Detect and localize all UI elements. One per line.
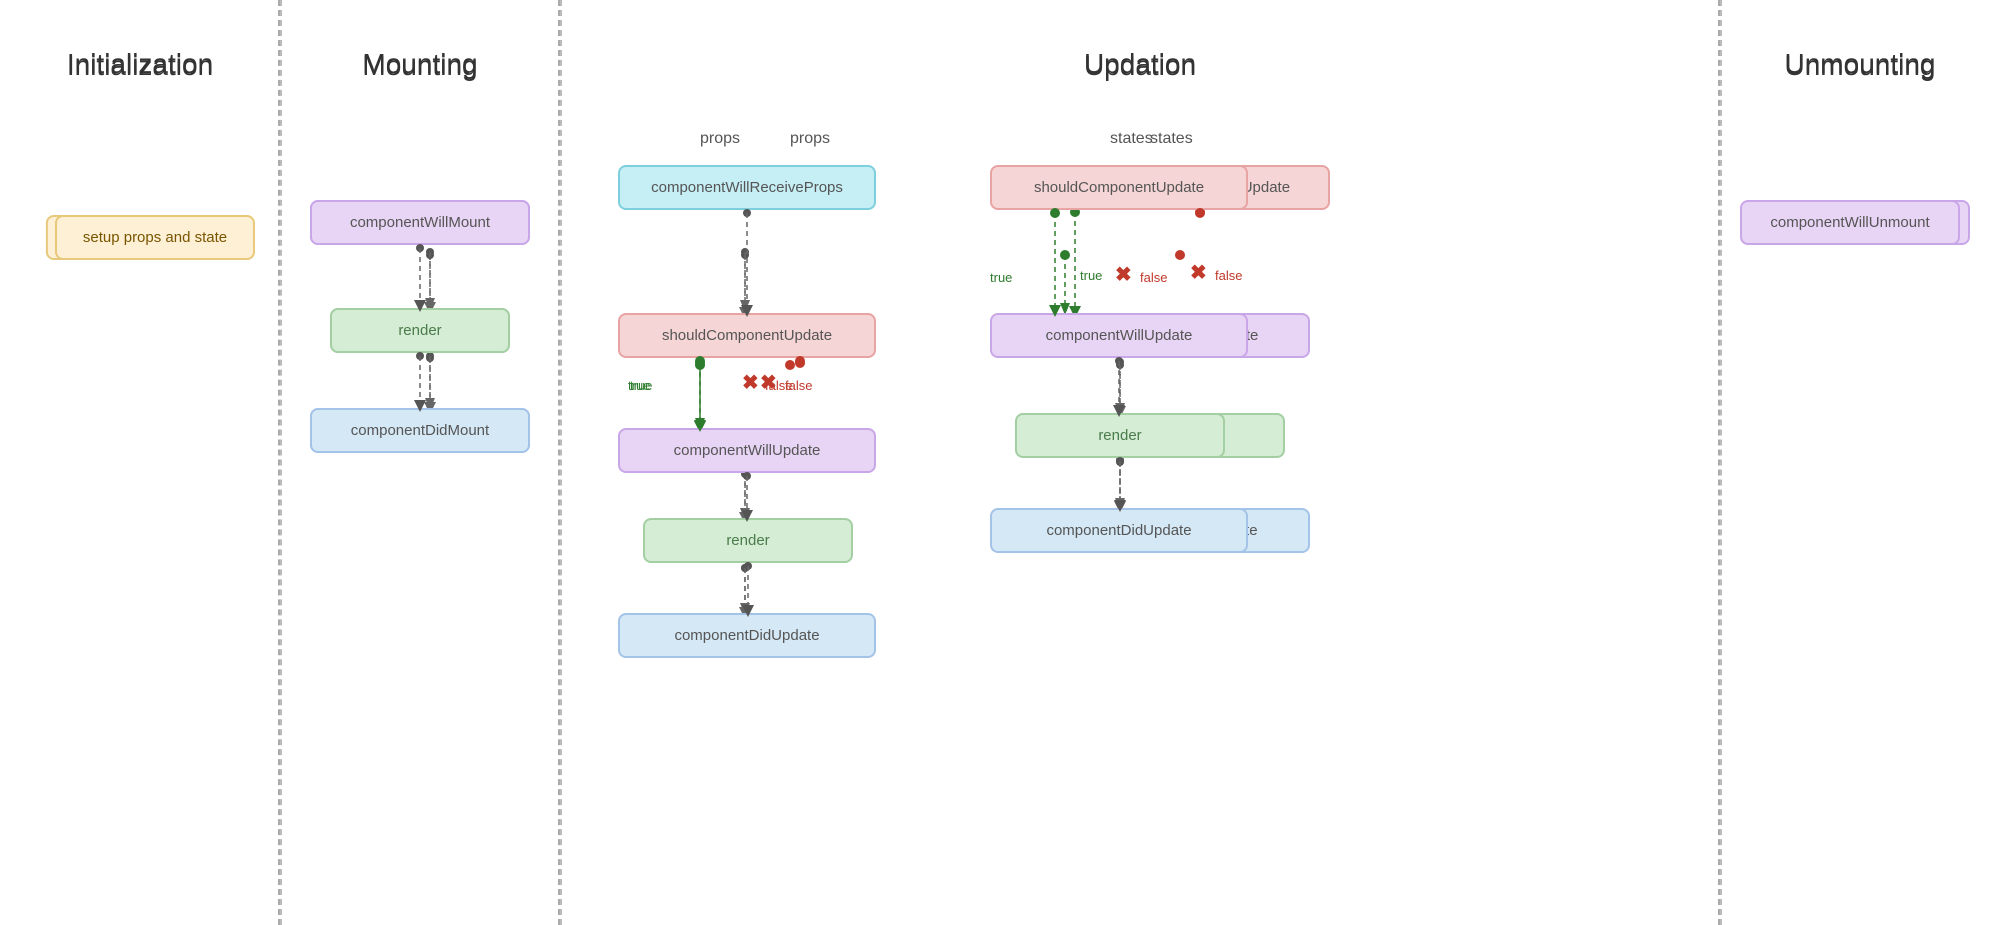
- node-componentDidUpdate-props: componentDidUpdate: [618, 613, 876, 658]
- node-componentDidUpdate-states: componentDidUpdate: [990, 508, 1248, 553]
- true-label-states: true: [990, 270, 1012, 285]
- divider-1: [280, 0, 282, 925]
- update-section-title: Updation: [560, 48, 1720, 80]
- mount-section-title: Mounting: [280, 48, 560, 80]
- x-icon-states: ✖: [1115, 262, 1132, 287]
- props-sublabel: props: [700, 130, 740, 148]
- true-label-props: true: [630, 378, 652, 393]
- unmount-section-title: Unmounting: [1720, 48, 2000, 80]
- node-componentWillMount: componentWillMount: [310, 200, 530, 245]
- node-setup-props-and-state: setup props and state: [55, 215, 255, 260]
- node-render-states: render: [1015, 413, 1225, 458]
- node-shouldComponentUpdate-props: shouldComponentUpdate: [618, 313, 876, 358]
- init-section-title: Initialization: [0, 48, 280, 80]
- node-render-mount: render: [330, 308, 510, 353]
- divider-3: [1720, 0, 1722, 925]
- node-shouldComponentUpdate-states: shouldComponentUpdate: [990, 165, 1248, 210]
- x-icon-props: ✖: [760, 370, 777, 395]
- false-label-props: false: [785, 378, 812, 393]
- divider-2: [560, 0, 562, 925]
- node-componentWillUpdate-props: componentWillUpdate: [618, 428, 876, 473]
- node-componentWillUnmount: componentWillUnmount: [1740, 200, 1960, 245]
- node-componentWillUpdate-states: componentWillUpdate: [990, 313, 1248, 358]
- absolute-layout: Initialization Mounting Updation Unmount…: [0, 0, 2000, 925]
- node-componentWillReceiveProps: componentWillReceiveProps: [618, 165, 876, 210]
- states-sublabel: states: [1110, 130, 1153, 148]
- false-label-states: false: [1140, 270, 1167, 285]
- node-render-props: render: [643, 518, 853, 563]
- node-componentDidMount: componentDidMount: [310, 408, 530, 453]
